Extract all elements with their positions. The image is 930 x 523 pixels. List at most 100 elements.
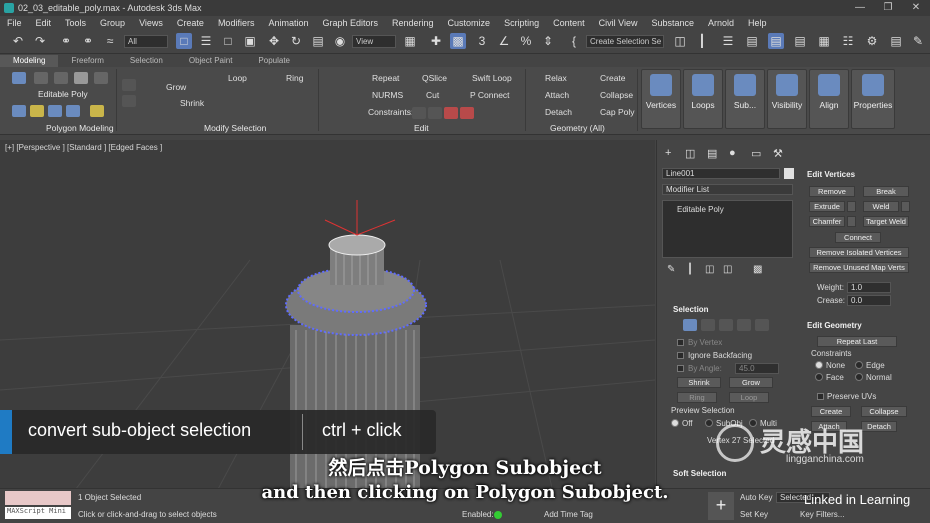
qslice-button[interactable]: QSlice — [422, 73, 447, 83]
mirror-icon[interactable]: ◫ — [672, 33, 688, 49]
polygon-modeling-panel-label[interactable]: Polygon Modeling — [46, 123, 114, 133]
create-button[interactable]: Create — [600, 73, 626, 83]
configure-sets-icon[interactable]: ▩ — [753, 264, 762, 275]
tab-freeform[interactable]: Freeform — [58, 55, 116, 67]
collapse-button[interactable]: Collapse — [600, 90, 633, 100]
menu-graph-editors[interactable]: Graph Editors — [315, 18, 385, 28]
menu-scripting[interactable]: Scripting — [497, 18, 546, 28]
selection-rollout-title[interactable]: Selection — [673, 305, 709, 314]
menu-group[interactable]: Group — [93, 18, 132, 28]
selection-ring-button[interactable]: Ring — [677, 392, 717, 403]
p-connect-button[interactable]: P Connect — [470, 90, 510, 100]
undo-icon[interactable]: ↶ — [10, 33, 26, 49]
swift-loop-button[interactable]: Swift Loop — [472, 73, 512, 83]
constraint-none-icon[interactable] — [412, 107, 426, 119]
selection-loop-button[interactable]: Loop — [729, 392, 769, 403]
menu-modifiers[interactable]: Modifiers — [211, 18, 262, 28]
menu-arnold[interactable]: Arnold — [701, 18, 741, 28]
move-icon[interactable]: ✥ — [266, 33, 282, 49]
by-angle-checkbox[interactable] — [677, 365, 684, 372]
extrude-button[interactable]: Extrude — [809, 201, 845, 212]
menu-customize[interactable]: Customize — [441, 18, 498, 28]
extrude-settings-icon[interactable] — [847, 201, 856, 212]
connect-button[interactable]: Connect — [835, 232, 881, 243]
attach-button[interactable]: Attach — [545, 90, 569, 100]
ring-button[interactable]: Ring — [286, 73, 303, 83]
named-selection-dropdown[interactable]: Create Selection Se — [586, 35, 664, 48]
ribbon-toggle-icon[interactable]: ▤ — [768, 33, 784, 49]
weld-button[interactable]: Weld — [863, 201, 899, 212]
create-tab-icon[interactable]: + — [665, 147, 671, 159]
constraint-edge-icon[interactable] — [428, 107, 442, 119]
scale-icon[interactable]: ▤ — [310, 33, 326, 49]
menu-edit[interactable]: Edit — [29, 18, 59, 28]
shrink-loop-icon[interactable] — [122, 95, 136, 107]
selection-shrink-button[interactable]: Shrink — [677, 377, 721, 388]
chamfer-settings-icon[interactable] — [847, 216, 856, 227]
cap-poly-button[interactable]: Cap Poly — [600, 107, 635, 117]
relax-button[interactable]: Relax — [545, 73, 567, 83]
make-unique-icon[interactable]: ◫ — [705, 264, 714, 275]
object-name-field[interactable]: Line001 — [662, 168, 780, 179]
remove-modifier-icon[interactable]: ◫ — [723, 264, 732, 275]
utilities-tab-icon[interactable]: ⚒ — [773, 147, 783, 160]
break-button[interactable]: Break — [863, 186, 909, 197]
align-icon[interactable]: ┃ — [694, 33, 710, 49]
maxscript-mini-field[interactable]: MAXScript Mini — [5, 507, 71, 519]
edit-geometry-rollout-title[interactable]: Edit Geometry — [807, 321, 862, 330]
rotate-icon[interactable]: ↻ — [288, 33, 304, 49]
geom-collapse-button[interactable]: Collapse — [861, 406, 907, 417]
select-manipulate-icon[interactable]: ✚ — [428, 33, 444, 49]
keyboard-shortcut-icon[interactable]: ▩ — [450, 33, 466, 49]
remove-button[interactable]: Remove — [809, 186, 855, 197]
menu-content[interactable]: Content — [546, 18, 592, 28]
subdivision-panel-button[interactable]: Sub... — [725, 69, 765, 129]
modify-tab-icon[interactable]: ◫ — [685, 147, 695, 160]
percent-snap-icon[interactable]: % — [518, 33, 534, 49]
loops-panel-button[interactable]: Loops — [683, 69, 723, 129]
tab-object-paint[interactable]: Object Paint — [176, 55, 246, 67]
crease-spinner[interactable]: 0.0 — [847, 295, 891, 306]
shrink-button[interactable]: Shrink — [180, 98, 204, 108]
loop-button[interactable]: Loop — [228, 73, 247, 83]
add-time-tag-label[interactable]: Add Time Tag — [544, 510, 593, 519]
preview-off-radio[interactable] — [671, 419, 679, 427]
redo-icon[interactable]: ↷ — [32, 33, 48, 49]
edit-named-sets-icon[interactable]: { — [566, 33, 582, 49]
schematic-view-icon[interactable]: ▦ — [816, 33, 832, 49]
menu-rendering[interactable]: Rendering — [385, 18, 441, 28]
menu-tools[interactable]: Tools — [58, 18, 93, 28]
remove-unused-map-verts-button[interactable]: Remove Unused Map Verts — [809, 262, 909, 273]
tab-selection[interactable]: Selection — [117, 55, 176, 67]
detach-button[interactable]: Detach — [545, 107, 572, 117]
chamfer-button[interactable]: Chamfer — [809, 216, 845, 227]
bind-spacewarp-icon[interactable]: ≈ — [102, 33, 118, 49]
sel-element-icon[interactable] — [755, 319, 769, 331]
tool-a-icon[interactable] — [12, 105, 26, 117]
scene-explorer-icon[interactable]: ▤ — [744, 33, 760, 49]
constraint-normal-icon[interactable] — [460, 107, 474, 119]
grow-button[interactable]: Grow — [166, 82, 186, 92]
edge-mode-icon[interactable] — [34, 72, 48, 84]
modifier-list-dropdown[interactable]: Modifier List — [662, 184, 793, 195]
weld-settings-icon[interactable] — [901, 201, 910, 212]
target-weld-button[interactable]: Target Weld — [863, 216, 909, 227]
hierarchy-tab-icon[interactable]: ▤ — [707, 147, 717, 160]
tab-modeling[interactable]: Modeling — [0, 55, 59, 67]
ref-coord-dropdown[interactable]: View — [352, 35, 396, 48]
render-frame-icon[interactable]: ▤ — [888, 33, 904, 49]
preserve-uvs-checkbox[interactable] — [817, 393, 824, 400]
constraint-normal-radio[interactable] — [855, 373, 863, 381]
properties-panel-button[interactable]: Properties — [851, 69, 895, 129]
ignore-backfacing-checkbox[interactable] — [677, 352, 684, 359]
selection-grow-button[interactable]: Grow — [729, 377, 773, 388]
tool-b-icon[interactable] — [30, 105, 44, 117]
menu-animation[interactable]: Animation — [261, 18, 315, 28]
sel-edge-icon[interactable] — [701, 319, 715, 331]
spinner-snap-icon[interactable]: ⇕ — [540, 33, 556, 49]
angle-spinner[interactable]: 45.0 — [735, 363, 779, 374]
object-color-swatch[interactable] — [784, 168, 794, 179]
unlink-icon[interactable]: ⚭ — [80, 33, 96, 49]
modify-selection-panel-label[interactable]: Modify Selection — [204, 123, 266, 133]
menu-civil-view[interactable]: Civil View — [592, 18, 645, 28]
